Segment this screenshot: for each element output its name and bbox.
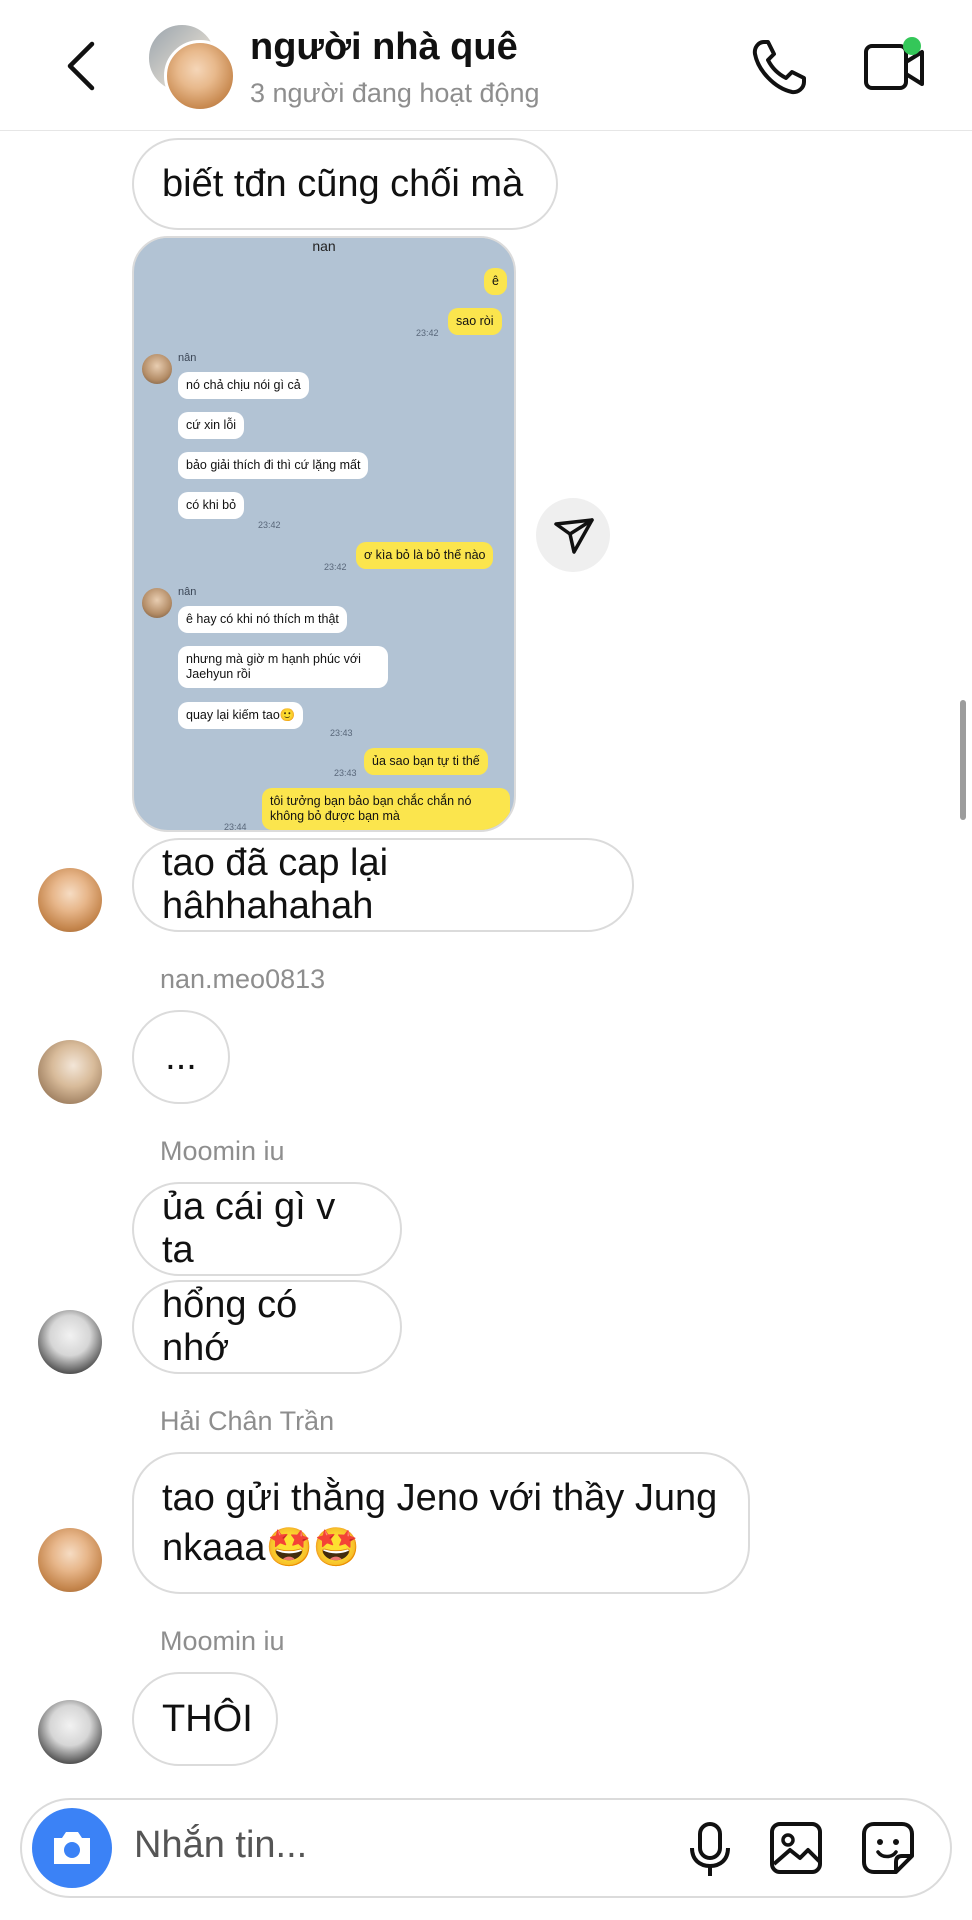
shared-screenshot-image[interactable]: nan ê sao ròi 23:42 nân nó chả chịu nói … [132,236,516,832]
message-text: hổng có nhớ [162,1284,298,1369]
screenshot-bubble: ơ kìa bỏ là bỏ thế nào [356,542,494,569]
group-avatar[interactable] [146,22,236,112]
message-bubble[interactable]: ủa cái gì v ta [132,1182,402,1276]
avatar[interactable] [38,1700,102,1764]
message-text: ủa cái gì v ta [162,1186,336,1271]
avatar[interactable] [38,1528,102,1592]
screenshot-bubble-line: không bỏ được bạn mà [270,809,400,823]
message-text: THÔI [162,1697,253,1740]
screenshot-bubble: có khi bỏ [178,492,245,519]
gallery-icon[interactable] [768,1820,824,1876]
message-bubble[interactable]: tao gửi thằng Jeno với thầy Jung nkaaa🤩🤩 [132,1452,750,1594]
send-icon [554,518,594,554]
screenshot-bubble: cứ xin lỗi [178,412,245,439]
screenshot-bubble: ê hay có khi nó thích m thật [178,606,347,633]
screenshot-bubble: nhưng mà giờ m hạnh phúc với Jaehyun rồi [178,646,388,688]
message-bubble[interactable]: biết tđn cũng chối mà [132,138,558,230]
screenshot-time: 23:42 [324,562,347,572]
message-text: biết tđn cũng chối mà [162,162,524,205]
share-button[interactable] [536,498,610,572]
avatar[interactable] [38,1310,102,1374]
chat-header: người nhà quê 3 người đang hoạt động [0,0,972,131]
screenshot-bubble: sao ròi [448,308,502,335]
message-bubble[interactable]: ... [132,1010,230,1104]
back-arrow-icon[interactable] [58,38,108,94]
message-text: tao đã cap lại hâhhahahah [162,842,389,927]
screenshot-bubble-line: tôi tưởng bạn bảo bạn chắc chắn nó [270,794,472,808]
screenshot-time: 23:43 [334,768,357,778]
screenshot-contact: nân [178,586,197,598]
screenshot-contact: nân [178,352,197,364]
sender-name: nan.meo0813 [160,964,326,994]
message-text: ... [165,1035,197,1078]
video-call-icon[interactable] [862,36,928,96]
screenshot-bubble: bảo giải thích đi thì cứ lặng mất [178,452,369,479]
message-text-line: tao gửi thằng Jeno với thầy Jung [162,1476,718,1519]
screenshot-time: 23:44 [224,822,247,832]
screenshot-bubble: ủa sao bạn tự ti thế [364,748,488,775]
active-status: 3 người đang hoạt động [250,78,540,108]
microphone-icon[interactable] [682,1820,738,1880]
message-input[interactable]: Nhắn tin... [134,1824,307,1867]
sticker-icon[interactable] [860,1820,916,1876]
avatar [164,40,236,112]
screenshot-title: nan [134,238,514,256]
camera-button[interactable] [32,1808,112,1888]
message-bubble[interactable]: hổng có nhớ [132,1280,402,1374]
screenshot-avatar [142,588,172,618]
phone-call-icon[interactable] [748,36,810,98]
screenshot-bubble: tôi tưởng bạn bảo bạn chắc chắn nó không… [262,788,510,830]
avatar[interactable] [38,868,102,932]
chat-title[interactable]: người nhà quê [250,26,518,69]
sender-name: Hải Chân Trần [160,1406,335,1436]
avatar[interactable] [38,1040,102,1104]
sender-name: Moomin iu [160,1136,285,1166]
scrollbar[interactable] [960,700,966,820]
screenshot-bubble: ê [484,268,507,295]
screenshot-time: 23:42 [258,520,281,530]
screenshot-bubble: nó chả chịu nói gì cả [178,372,309,399]
screenshot-bubble: quay lại kiếm tao🙂 [178,702,304,729]
screenshot-time: 23:43 [330,728,353,738]
message-bubble[interactable]: THÔI [132,1672,278,1766]
message-bubble[interactable]: tao đã cap lại hâhhahahah [132,838,634,932]
screenshot-bubble-line: Jaehyun rồi [186,667,251,681]
screenshot-bubble-line: nhưng mà giờ m hạnh phúc với [186,652,361,666]
screenshot-avatar [142,354,172,384]
message-text-line: nkaaa🤩🤩 [162,1526,361,1569]
camera-icon [54,1832,90,1864]
sender-name: Moomin iu [160,1626,285,1656]
screenshot-time: 23:42 [416,328,439,338]
online-dot [903,37,921,55]
message-composer: Nhắn tin... [20,1798,952,1898]
